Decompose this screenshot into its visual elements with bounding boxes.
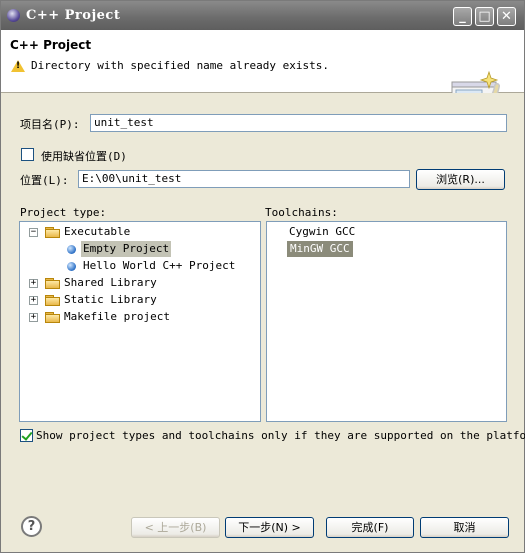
project-type-tree[interactable]: − Executable Empty Project Hello World C… — [19, 221, 261, 422]
toolchain-item-cygwin[interactable]: Cygwin GCC — [289, 224, 355, 240]
minimize-button[interactable]: _ — [453, 7, 472, 26]
expand-icon[interactable]: + — [29, 296, 38, 305]
folder-icon — [45, 278, 61, 289]
folder-open-icon — [45, 227, 61, 238]
project-template-icon — [67, 262, 76, 271]
project-template-icon — [67, 245, 76, 254]
tree-item-executable[interactable]: − Executable — [20, 224, 260, 240]
toolchains-label: Toolchains: — [265, 206, 338, 219]
window-title: C++ Project — [26, 8, 121, 23]
filter-supported-label: Show project types and toolchains only i… — [36, 429, 525, 442]
finish-button[interactable]: 完成(F) — [326, 517, 414, 538]
filter-supported-checkbox[interactable] — [20, 429, 33, 442]
cpp-project-dialog: C++ Project _ □ ✕ C++ Project ! Directory… — [0, 0, 525, 553]
wizard-title: C++ Project — [10, 38, 92, 52]
folder-icon — [45, 295, 61, 306]
toolchains-list[interactable]: Cygwin GCC MinGW GCC — [266, 221, 507, 422]
toolchain-label: Cygwin GCC — [289, 225, 356, 238]
title-bar: C++ Project _ □ ✕ — [1, 1, 524, 30]
use-default-location-checkbox[interactable] — [21, 148, 34, 161]
wizard-body: 项目名(P): unit_test 使用缺省位置(D) 位置(L): E:\00… — [1, 93, 525, 552]
location-label: 位置(L): — [20, 174, 69, 187]
tree-item-hello-world[interactable]: Hello World C++ Project — [20, 258, 260, 274]
maximize-button[interactable]: □ — [475, 7, 494, 26]
tree-item-label: Static Library — [64, 293, 157, 306]
tree-item-label: Executable — [64, 225, 131, 238]
project-name-input[interactable]: unit_test — [90, 114, 507, 132]
browse-button[interactable]: 浏览(R)... — [416, 169, 505, 190]
tree-item-label: Empty Project — [81, 241, 172, 257]
project-name-label: 项目名(P): — [20, 118, 80, 131]
collapse-icon[interactable]: − — [29, 228, 38, 237]
use-default-location-label: 使用缺省位置(D) — [41, 150, 127, 163]
eclipse-icon — [7, 9, 20, 22]
tree-item-label: Hello World C++ Project — [83, 259, 236, 272]
tree-item-shared-library[interactable]: + Shared Library — [20, 275, 260, 291]
location-input[interactable]: E:\00\unit_test — [78, 170, 410, 188]
next-button[interactable]: 下一步(N) > — [225, 517, 314, 538]
warning-icon: ! — [11, 60, 25, 72]
back-button[interactable]: < 上一步(B) — [131, 517, 220, 538]
folder-icon — [45, 312, 61, 323]
help-icon[interactable]: ? — [21, 516, 42, 537]
tree-item-label: Shared Library — [64, 276, 157, 289]
expand-icon[interactable]: + — [29, 279, 38, 288]
cancel-button[interactable]: 取消 — [420, 517, 509, 538]
wizard-message-text: Directory with specified name already ex… — [31, 59, 330, 72]
tree-item-makefile-project[interactable]: + Makefile project — [20, 309, 260, 325]
project-type-label: Project type: — [20, 206, 107, 219]
tree-item-static-library[interactable]: + Static Library — [20, 292, 260, 308]
tree-item-label: Makefile project — [64, 310, 170, 323]
toolchain-item-mingw[interactable]: MinGW GCC — [287, 241, 353, 257]
expand-icon[interactable]: + — [29, 313, 38, 322]
wizard-header: C++ Project ! Directory with specified na… — [1, 30, 524, 113]
tree-item-empty-project[interactable]: Empty Project — [20, 241, 260, 257]
toolchain-label: MinGW GCC — [290, 242, 350, 255]
wizard-message: ! Directory with specified name already e… — [11, 59, 329, 72]
close-button[interactable]: ✕ — [497, 7, 516, 26]
